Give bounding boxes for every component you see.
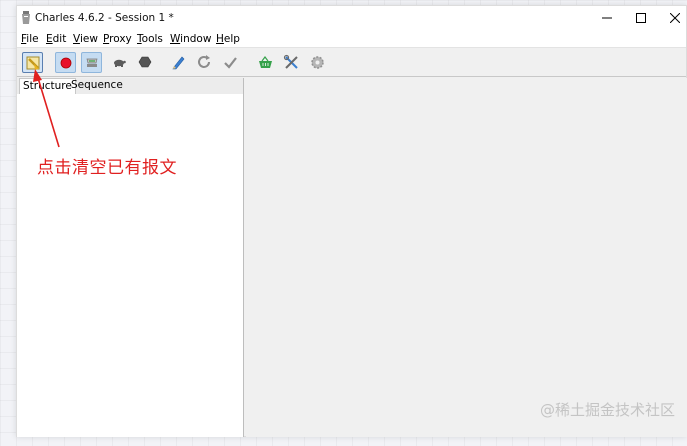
view-tabs: Structure Sequence xyxy=(17,78,243,94)
menu-file[interactable]: File xyxy=(21,33,39,45)
tab-sequence[interactable]: Sequence xyxy=(68,78,126,94)
title-bar: Charles 4.6.2 - Session 1 * xyxy=(17,6,686,31)
minimize-icon xyxy=(602,17,612,19)
validate-check-icon xyxy=(224,57,237,69)
broom-clear-icon xyxy=(26,56,40,70)
settings-button[interactable] xyxy=(307,52,328,73)
toolbar xyxy=(17,48,686,77)
record-icon xyxy=(60,57,72,69)
clear-session-button[interactable] xyxy=(22,52,43,73)
repeat-icon xyxy=(198,55,210,68)
menu-proxy[interactable]: Proxy xyxy=(103,33,132,45)
throttle-icon xyxy=(86,58,98,67)
repeat-button[interactable] xyxy=(194,52,215,73)
menu-edit[interactable]: Edit xyxy=(46,33,66,45)
throttle-button[interactable] xyxy=(81,52,102,73)
charles-window: Charles 4.6.2 - Session 1 * File Edit Vi… xyxy=(16,5,687,437)
menu-tools[interactable]: Tools xyxy=(137,33,163,45)
basket-icon xyxy=(259,56,272,68)
close-icon xyxy=(670,13,680,23)
stop-hexagon-icon xyxy=(138,56,152,68)
compose-button[interactable] xyxy=(168,52,189,73)
menu-view[interactable]: View xyxy=(73,33,98,45)
watermark: @稀土掘金技术社区 xyxy=(539,401,675,419)
charles-app-icon xyxy=(22,11,30,24)
validate-button[interactable] xyxy=(220,52,241,73)
stop-button[interactable] xyxy=(135,52,156,73)
tools-button[interactable] xyxy=(281,52,302,73)
settings-gear-icon xyxy=(311,56,324,69)
detail-panel xyxy=(246,78,687,437)
close-button[interactable] xyxy=(657,6,687,31)
minimize-button[interactable] xyxy=(589,6,625,31)
structure-panel: Structure Sequence xyxy=(17,78,244,437)
maximize-icon xyxy=(636,13,646,23)
menu-window[interactable]: Window xyxy=(170,33,211,45)
menu-help[interactable]: Help xyxy=(216,33,240,45)
basket-button[interactable] xyxy=(255,52,276,73)
menu-bar: File Edit View Proxy Tools Window Help xyxy=(17,31,686,48)
record-button[interactable] xyxy=(55,52,76,73)
turtle-icon xyxy=(114,59,126,67)
breakpoint-turtle-button[interactable] xyxy=(109,52,130,73)
window-title: Charles 4.6.2 - Session 1 * xyxy=(35,12,174,24)
annotation-label: 点击清空已有报文 xyxy=(37,158,177,178)
tools-icon xyxy=(283,54,298,69)
compose-pen-icon xyxy=(172,56,185,70)
maximize-button[interactable] xyxy=(623,6,659,31)
